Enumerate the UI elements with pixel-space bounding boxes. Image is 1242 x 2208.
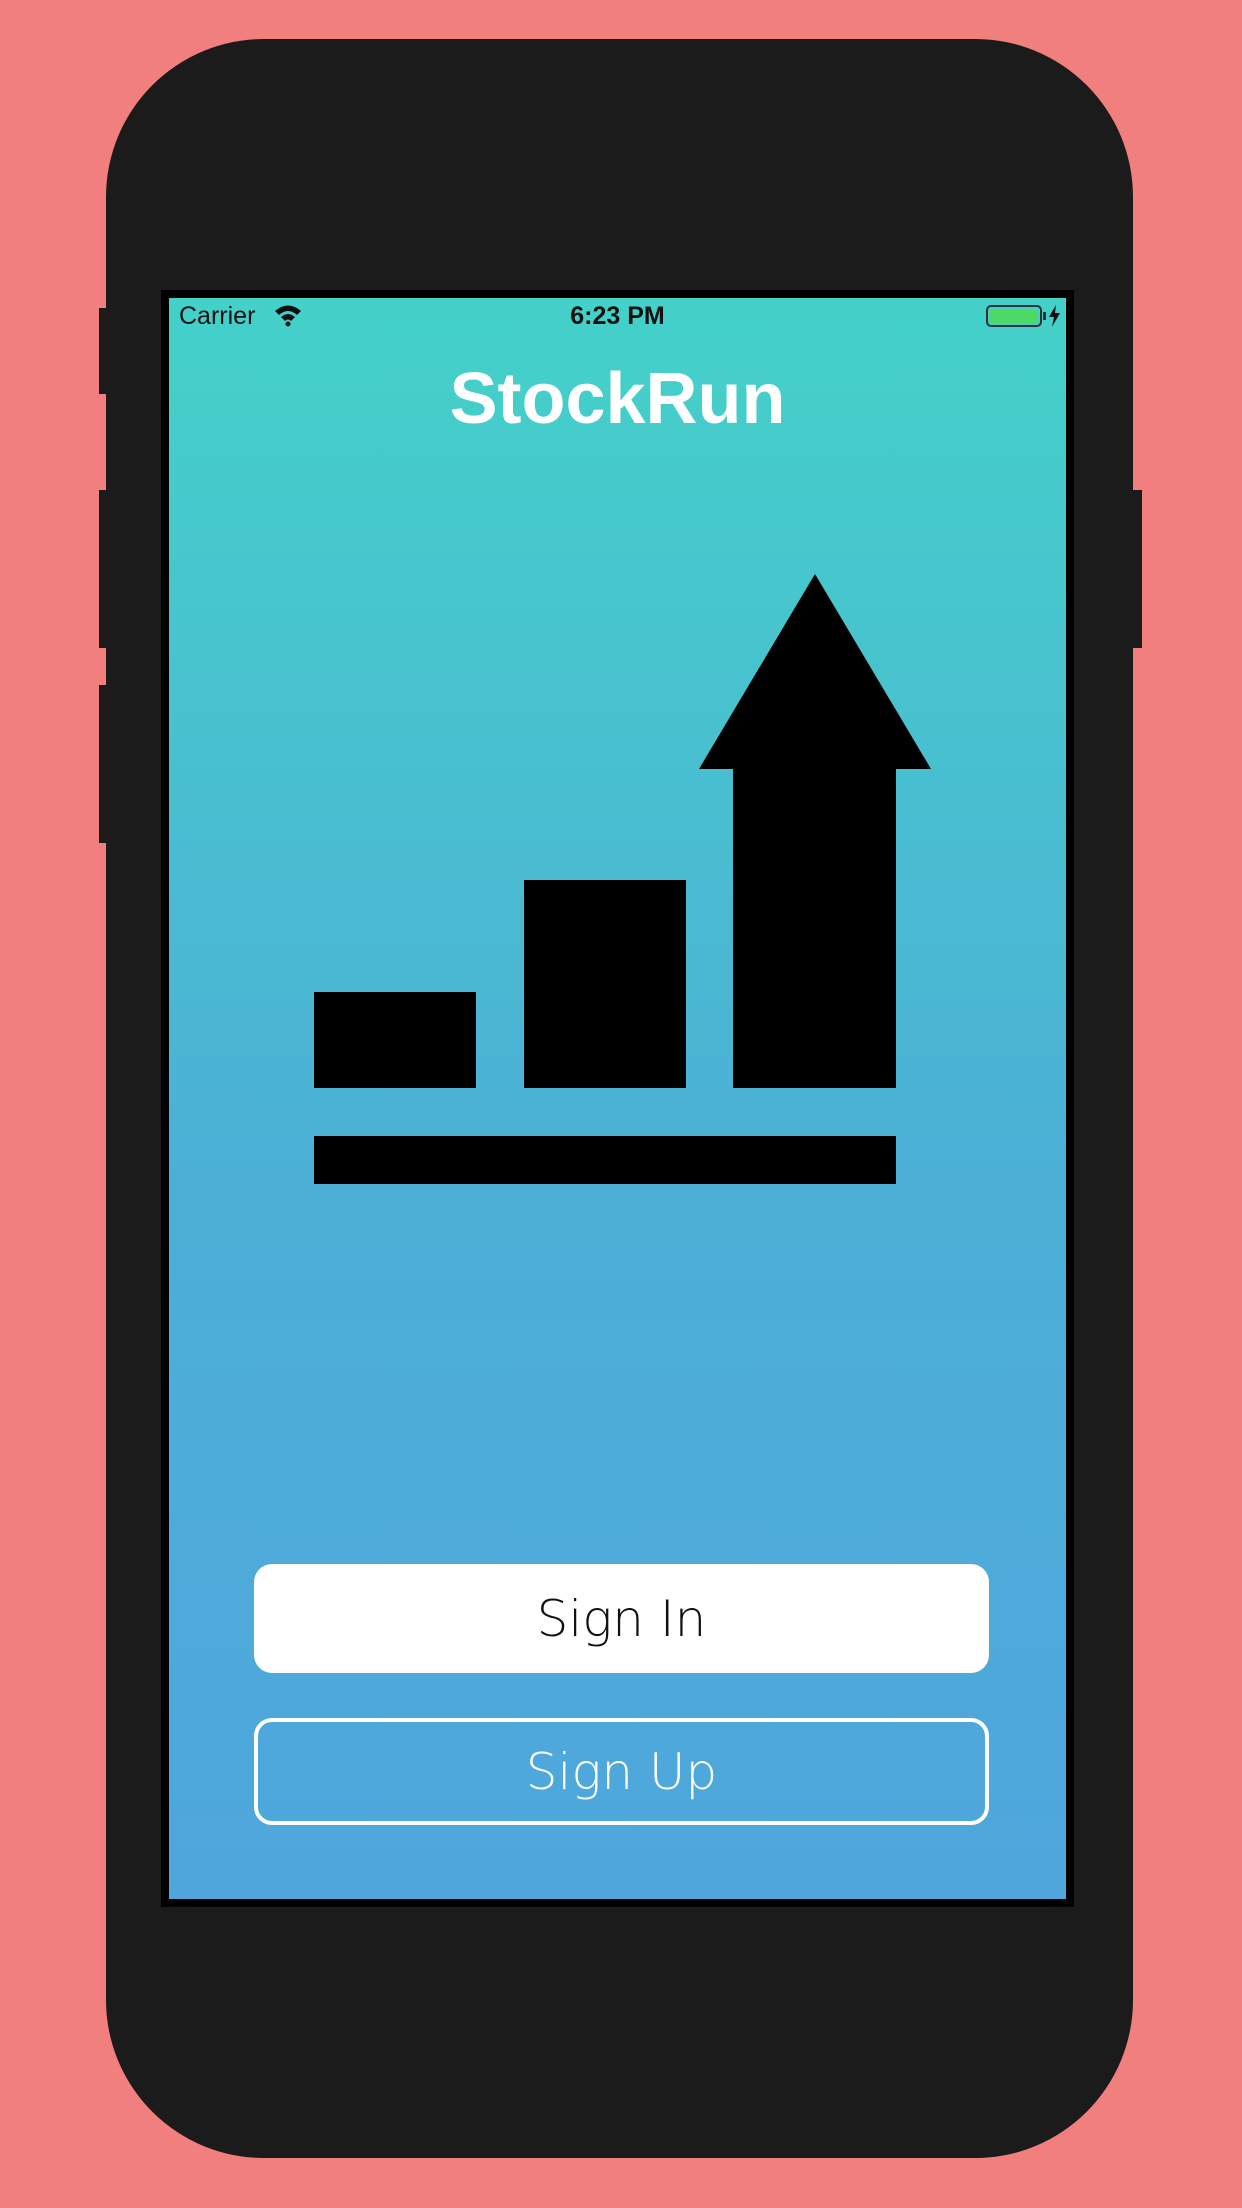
logo-bar-small xyxy=(314,992,476,1088)
device-silent-switch xyxy=(99,308,109,394)
sign-up-button[interactable]: Sign Up xyxy=(254,1718,989,1825)
logo-arrow-up xyxy=(699,574,931,1088)
device-volume-down-button xyxy=(99,685,109,843)
device-volume-up-button xyxy=(99,490,109,648)
sign-in-button[interactable]: Sign In xyxy=(254,1564,989,1673)
logo-baseline xyxy=(314,1136,896,1184)
device-power-button xyxy=(1130,490,1142,648)
logo-bar-medium xyxy=(524,880,686,1088)
app-screen: Carrier 6:23 PM StockRun Sign In Sign Up xyxy=(169,298,1066,1899)
